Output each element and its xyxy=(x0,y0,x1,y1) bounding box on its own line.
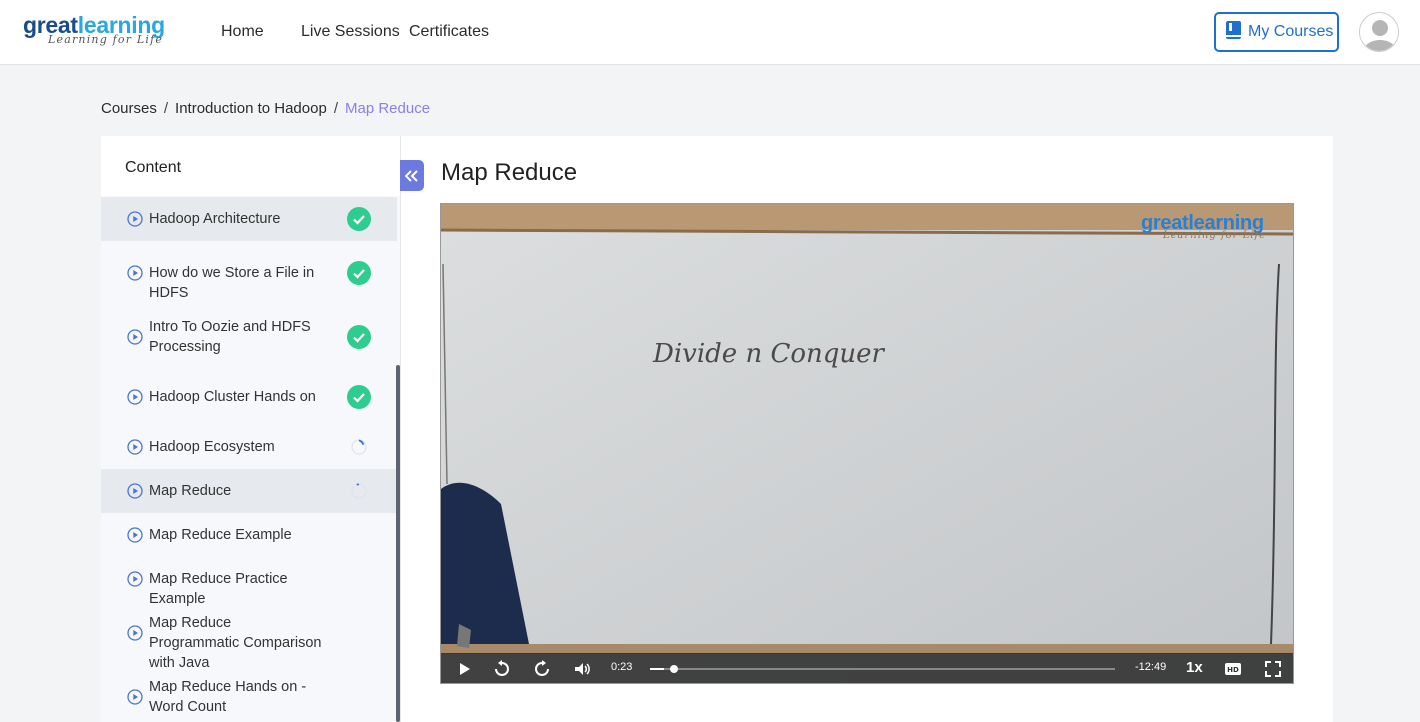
forward-icon[interactable] xyxy=(532,659,552,679)
lesson-item[interactable]: How do we Store a File in HDFS xyxy=(101,241,397,305)
completed-check-icon xyxy=(347,207,371,231)
play-circle-icon xyxy=(127,389,143,405)
greatlearning-logo[interactable]: greatlearning Learning for Life xyxy=(23,12,183,52)
progress-knob[interactable] xyxy=(669,665,678,673)
logo-tagline: Learning for Life xyxy=(48,33,164,46)
lesson-label: Map Reduce Example xyxy=(149,527,292,543)
top-navbar: greatlearning Learning for Life Home Liv… xyxy=(0,0,1420,65)
lesson-label: Map Reduce Hands on - Word Count xyxy=(149,679,307,715)
sidebar-header: Content xyxy=(101,136,400,196)
lesson-item[interactable]: Map Reduce Hands on - Word Count xyxy=(101,665,397,722)
in-progress-ring-icon xyxy=(351,483,367,499)
hd-icon[interactable]: HD xyxy=(1223,659,1243,679)
svg-text:HD: HD xyxy=(1227,666,1239,674)
lesson-label: Hadoop Architecture xyxy=(149,211,281,227)
play-circle-icon xyxy=(127,689,143,705)
current-time: 0:23 xyxy=(611,661,633,673)
lesson-label: Map Reduce xyxy=(149,483,232,499)
play-circle-icon xyxy=(127,439,143,455)
lesson-label: Hadoop Ecosystem xyxy=(149,439,275,455)
volume-icon[interactable] xyxy=(572,659,592,679)
user-avatar-icon[interactable] xyxy=(1359,12,1399,52)
sidebar-title: Content xyxy=(125,159,182,176)
playback-speed-button[interactable]: 1x xyxy=(1186,659,1203,676)
my-courses-label: My Courses xyxy=(1248,23,1334,40)
play-circle-icon xyxy=(127,211,143,227)
play-circle-icon xyxy=(127,483,143,499)
completed-check-icon xyxy=(347,325,371,349)
nav-live-sessions[interactable]: Live Sessions xyxy=(301,22,400,42)
lesson-label: Hadoop Cluster Hands on xyxy=(149,389,316,405)
play-icon[interactable] xyxy=(454,659,474,679)
play-circle-icon xyxy=(127,265,143,281)
rewind-icon[interactable] xyxy=(492,659,512,679)
video-player[interactable]: Divide n Conquer greatlearning Learning … xyxy=(440,203,1294,684)
breadcrumb-current: Map Reduce xyxy=(344,100,431,117)
lesson-item[interactable]: Hadoop Architecture xyxy=(101,197,397,241)
breadcrumb-course[interactable]: Introduction to Hadoop xyxy=(175,100,327,118)
book-icon xyxy=(1225,20,1242,45)
lesson-item[interactable]: Map Reduce Practice Example xyxy=(101,557,397,607)
collapse-sidebar-button[interactable] xyxy=(400,160,424,191)
lesson-item[interactable]: Map Reduce Programmatic Comparison with … xyxy=(101,601,397,671)
lesson-item[interactable]: Intro To Oozie and HDFS Processing xyxy=(101,305,397,369)
video-progress-bar[interactable] xyxy=(650,665,1115,673)
play-circle-icon xyxy=(127,329,143,345)
sidebar-scrollbar[interactable] xyxy=(396,365,400,722)
in-progress-ring-icon xyxy=(351,439,367,455)
nav-certificates[interactable]: Certificates xyxy=(409,22,489,42)
video-frame: Divide n Conquer xyxy=(441,204,1293,683)
fullscreen-icon[interactable] xyxy=(1263,659,1283,679)
lesson-label: Map Reduce Programmatic Comparison with … xyxy=(149,615,322,671)
whiteboard-text: Divide n Conquer xyxy=(652,339,886,369)
content-sidebar: Content Hadoop Architecture How do we Sto… xyxy=(101,136,401,722)
completed-check-icon xyxy=(347,261,371,285)
play-circle-icon xyxy=(127,625,143,641)
lesson-item[interactable]: Map Reduce Example xyxy=(101,513,397,557)
nav-home[interactable]: Home xyxy=(221,22,264,42)
completed-check-icon xyxy=(347,385,371,409)
lesson-title: Map Reduce xyxy=(441,159,578,186)
video-watermark: greatlearning Learning for Life xyxy=(1141,212,1267,241)
my-courses-button[interactable]: My Courses xyxy=(1214,12,1339,52)
play-circle-icon xyxy=(127,571,143,587)
progress-fill xyxy=(650,668,664,670)
video-controls: 0:23 -12:49 1x HD xyxy=(441,653,1293,683)
lesson-item[interactable]: Hadoop Ecosystem xyxy=(101,425,397,469)
breadcrumb: Courses / Introduction to Hadoop / Map Reduc… xyxy=(101,100,431,118)
lesson-label: Intro To Oozie and HDFS Processing xyxy=(149,319,311,355)
lesson-label: How do we Store a File in HDFS xyxy=(149,265,315,301)
breadcrumb-courses[interactable]: Courses xyxy=(101,100,157,118)
play-circle-icon xyxy=(127,527,143,543)
remaining-time: -12:49 xyxy=(1135,661,1167,673)
lesson-item[interactable]: Hadoop Cluster Hands on xyxy=(101,369,397,425)
lesson-item[interactable]: Map Reduce xyxy=(101,469,397,513)
double-chevron-left-icon xyxy=(405,169,418,182)
